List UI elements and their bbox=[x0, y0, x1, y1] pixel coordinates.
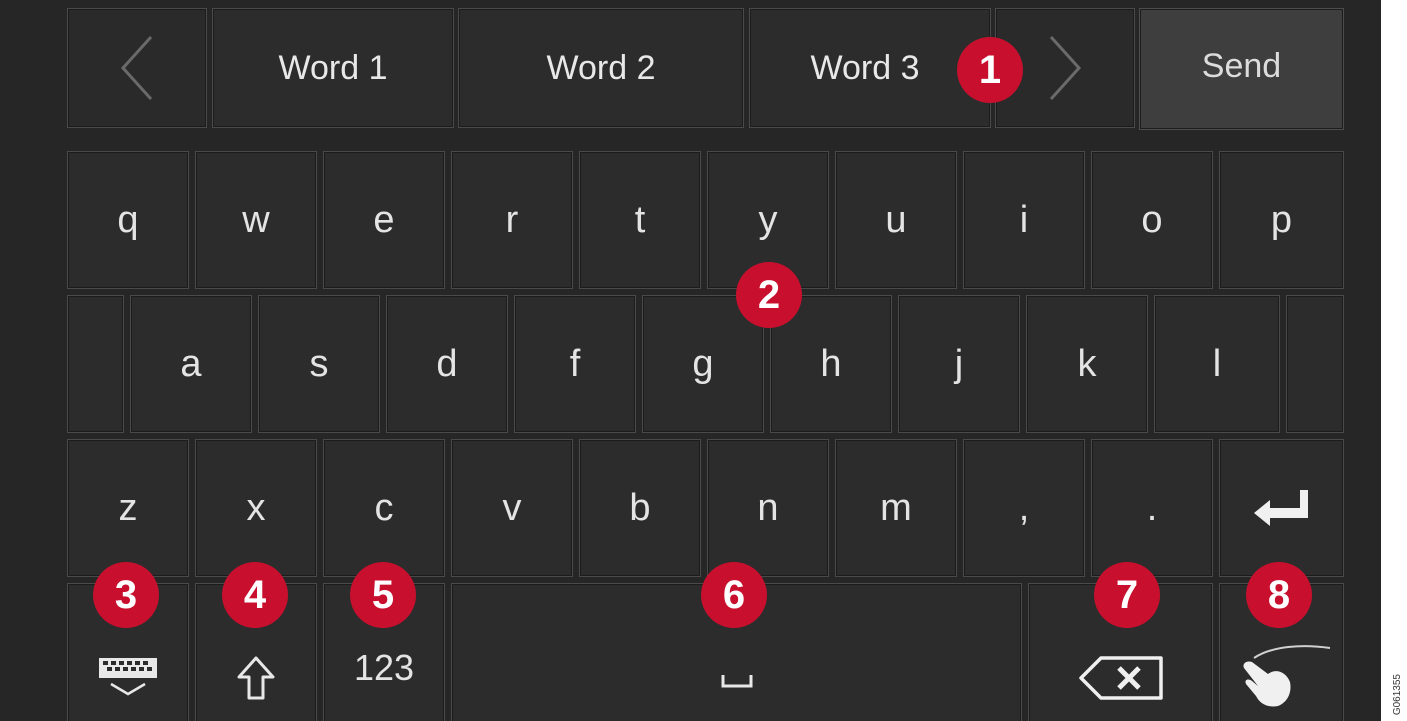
callout-4: 4 bbox=[222, 562, 288, 628]
backspace-icon bbox=[1077, 655, 1165, 701]
callout-3: 3 bbox=[93, 562, 159, 628]
key-w-label: w bbox=[242, 199, 270, 241]
suggestion-word-1[interactable]: Word 1 bbox=[212, 8, 454, 128]
key-z[interactable]: z bbox=[67, 439, 189, 577]
row2-right-spacer bbox=[1286, 295, 1344, 433]
suggestion-word-2-label: Word 2 bbox=[546, 49, 656, 87]
key-i-label: i bbox=[1019, 199, 1029, 241]
callout-1: 1 bbox=[957, 37, 1023, 103]
key-j[interactable]: j bbox=[898, 295, 1020, 433]
callout-2: 2 bbox=[736, 262, 802, 328]
key-period[interactable]: . bbox=[1091, 439, 1213, 577]
key-x[interactable]: x bbox=[195, 439, 317, 577]
enter-button[interactable] bbox=[1219, 439, 1344, 577]
chevron-right-icon bbox=[1045, 33, 1085, 103]
callout-5: 5 bbox=[350, 562, 416, 628]
key-m[interactable]: m bbox=[835, 439, 957, 577]
callout-8: 8 bbox=[1246, 562, 1312, 628]
key-t[interactable]: t bbox=[579, 151, 701, 289]
callout-4-number: 4 bbox=[243, 573, 267, 617]
key-b[interactable]: b bbox=[579, 439, 701, 577]
send-button-label: Send bbox=[1201, 47, 1282, 85]
key-r-label: r bbox=[505, 199, 519, 241]
key-l-label: l bbox=[1212, 343, 1222, 385]
key-x-label: x bbox=[246, 487, 266, 529]
figure-code: G061355 bbox=[1392, 673, 1403, 715]
shift-arrow-icon bbox=[236, 655, 276, 701]
key-p-label: p bbox=[1270, 199, 1293, 241]
key-z-label: z bbox=[118, 487, 138, 529]
callout-3-number: 3 bbox=[114, 573, 138, 617]
key-q-label: q bbox=[117, 199, 139, 241]
callout-5-number: 5 bbox=[371, 573, 395, 617]
handwriting-hand-icon bbox=[1232, 638, 1332, 708]
keyboard-hide-icon bbox=[97, 656, 159, 700]
callout-1-number: 1 bbox=[978, 48, 1002, 92]
key-w[interactable]: w bbox=[195, 151, 317, 289]
numbers-button-label: 123 bbox=[353, 647, 415, 688]
callout-6: 6 bbox=[701, 562, 767, 628]
suggestion-word-3[interactable]: Word 3 bbox=[749, 8, 991, 128]
callout-7: 7 bbox=[1094, 562, 1160, 628]
key-r[interactable]: r bbox=[451, 151, 573, 289]
key-b-label: b bbox=[629, 487, 651, 529]
key-o-label: o bbox=[1141, 199, 1163, 241]
key-u-label: u bbox=[885, 199, 907, 241]
key-f-label: f bbox=[569, 343, 581, 385]
key-e-label: e bbox=[373, 199, 395, 241]
key-i[interactable]: i bbox=[963, 151, 1085, 289]
key-p[interactable]: p bbox=[1219, 151, 1344, 289]
key-d[interactable]: d bbox=[386, 295, 508, 433]
key-k-label: k bbox=[1077, 343, 1097, 385]
key-t-label: t bbox=[634, 199, 646, 241]
key-y-label: y bbox=[758, 199, 778, 241]
suggestion-word-1-label: Word 1 bbox=[278, 49, 388, 87]
key-k[interactable]: k bbox=[1026, 295, 1148, 433]
key-comma[interactable]: , bbox=[963, 439, 1085, 577]
key-q[interactable]: q bbox=[67, 151, 189, 289]
key-u[interactable]: u bbox=[835, 151, 957, 289]
chevron-left-icon bbox=[117, 33, 157, 103]
suggestion-word-3-label: Word 3 bbox=[810, 49, 920, 87]
key-m-label: m bbox=[880, 487, 912, 529]
send-button[interactable]: Send bbox=[1139, 8, 1344, 130]
key-s[interactable]: s bbox=[258, 295, 380, 433]
key-s-label: s bbox=[309, 343, 329, 385]
key-period-label: . bbox=[1146, 487, 1158, 529]
row2-left-spacer bbox=[67, 295, 124, 433]
key-g-label: g bbox=[692, 343, 714, 385]
callout-2-number: 2 bbox=[757, 273, 781, 317]
keyboard-screen: Word 1 Word 2 Word 3 Send q w e r t y u … bbox=[0, 0, 1381, 721]
key-comma-label: , bbox=[1018, 487, 1030, 529]
key-h-label: h bbox=[820, 343, 842, 385]
key-j-label: j bbox=[954, 343, 964, 385]
key-n[interactable]: n bbox=[707, 439, 829, 577]
key-n-label: n bbox=[757, 487, 779, 529]
key-l[interactable]: l bbox=[1154, 295, 1280, 433]
key-o[interactable]: o bbox=[1091, 151, 1213, 289]
suggestion-word-2[interactable]: Word 2 bbox=[458, 8, 744, 128]
callout-7-number: 7 bbox=[1115, 573, 1139, 617]
key-c-label: c bbox=[374, 487, 394, 529]
callout-6-number: 6 bbox=[722, 573, 746, 617]
key-a-label: a bbox=[180, 343, 202, 385]
callout-8-number: 8 bbox=[1267, 573, 1291, 617]
key-a[interactable]: a bbox=[130, 295, 252, 433]
key-d-label: d bbox=[436, 343, 458, 385]
key-v[interactable]: v bbox=[451, 439, 573, 577]
key-f[interactable]: f bbox=[514, 295, 636, 433]
prev-suggestion-button[interactable] bbox=[67, 8, 207, 128]
key-e[interactable]: e bbox=[323, 151, 445, 289]
space-bar-icon bbox=[720, 673, 754, 689]
enter-arrow-icon bbox=[1252, 488, 1312, 528]
key-v-label: v bbox=[502, 487, 522, 529]
key-c[interactable]: c bbox=[323, 439, 445, 577]
